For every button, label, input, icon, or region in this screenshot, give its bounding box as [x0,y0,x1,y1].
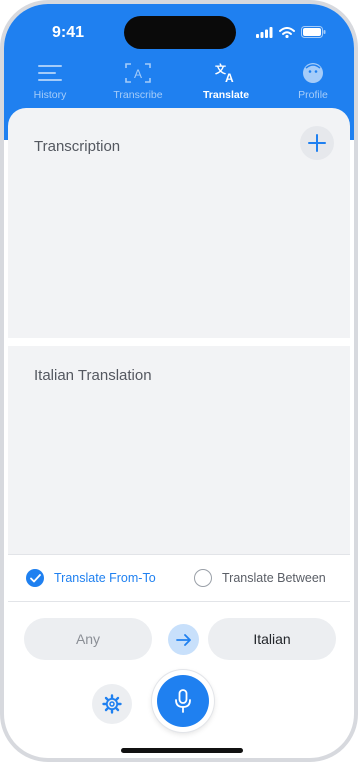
top-tab-bar: History A Transcribe 文 A Translate Profi… [4,60,354,104]
option-translate-between-label: Translate Between [222,571,326,585]
tab-history[interactable]: History [15,60,85,101]
translation-panel[interactable]: Italian Translation [8,346,350,554]
gear-icon [102,694,122,714]
tab-profile-label: Profile [298,89,328,101]
status-icons [256,26,326,38]
divider [8,601,350,602]
tab-history-label: History [33,89,67,101]
profile-icon [303,63,323,83]
phone-frame: 9:41 History A Transcribe 文 A Translate … [0,0,358,762]
status-time: 9:41 [52,24,85,41]
translation-title: Italian Translation [34,367,152,384]
arrow-right-icon [175,633,191,646]
dynamic-island [124,16,236,49]
tab-transcribe-label: Transcribe [113,89,163,101]
svg-text:A: A [225,71,234,84]
swap-direction-button[interactable] [168,624,199,655]
battery-icon [301,26,326,38]
target-language-label: Italian [253,631,291,647]
wifi-icon [279,26,295,38]
unchecked-radio-icon [194,569,212,587]
transcription-title: Transcription [34,138,121,155]
transcription-panel[interactable]: Transcription [8,108,350,338]
tab-translate[interactable]: 文 A Translate [191,60,261,101]
target-language-button[interactable]: Italian [208,618,336,660]
menu-icon [38,65,62,81]
plus-icon [308,134,326,152]
microphone-icon [175,689,191,713]
divider [8,554,350,555]
tab-profile[interactable]: Profile [278,60,348,101]
mic-button-ring [152,670,214,732]
source-language-button[interactable]: Any [24,618,152,660]
settings-button[interactable] [92,684,132,724]
record-button[interactable] [157,675,209,727]
translate-icon: 文 A [215,62,234,84]
checked-radio-icon [26,569,44,587]
svg-text:A: A [134,67,142,81]
option-translate-from-to-label: Translate From-To [54,571,156,585]
tab-transcribe[interactable]: A Transcribe [103,60,173,101]
signal-icon [256,26,273,38]
tab-translate-label: Translate [202,89,250,101]
source-language-label: Any [75,631,101,647]
option-translate-from-to[interactable]: Translate From-To [26,569,156,587]
option-translate-between[interactable]: Translate Between [194,569,326,587]
home-indicator [121,748,243,753]
text-scan-icon: A [125,63,151,83]
add-button[interactable] [300,126,334,160]
